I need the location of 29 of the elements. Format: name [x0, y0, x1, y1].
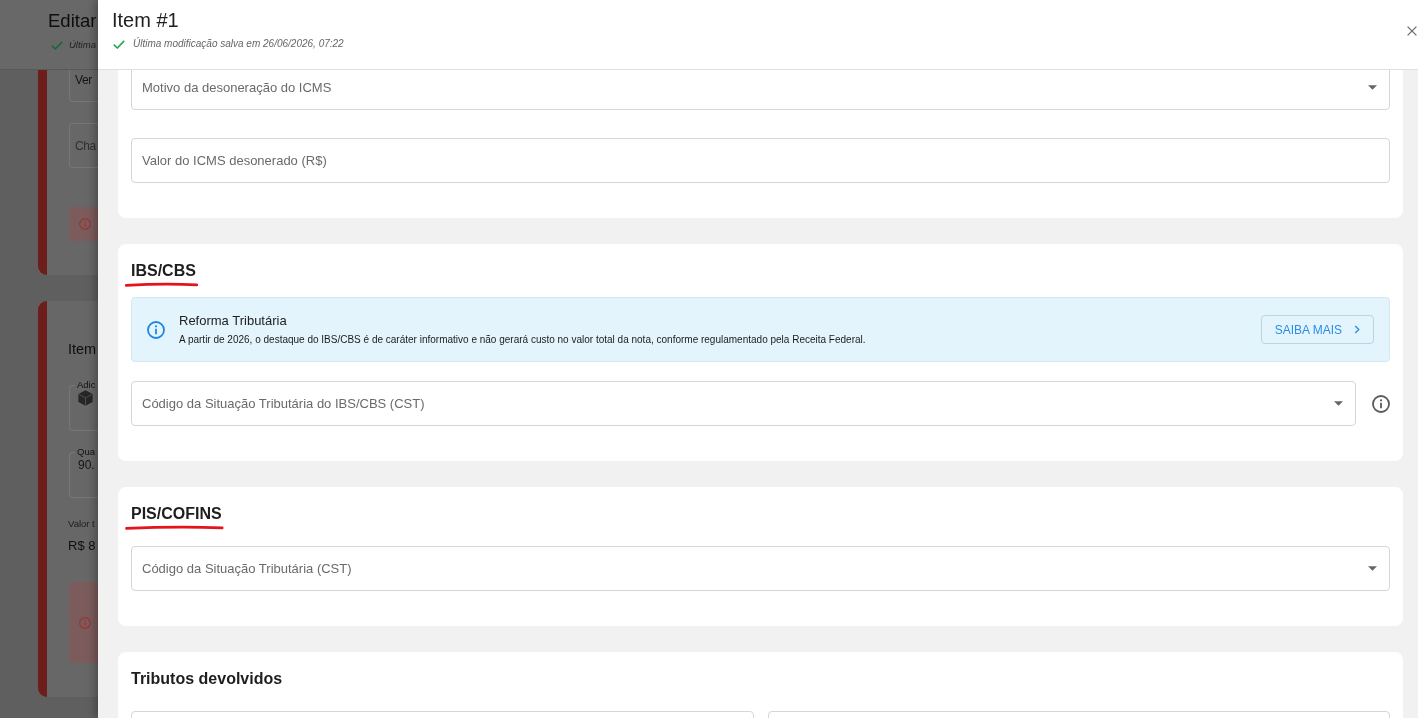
page-title: Editar: [48, 9, 97, 33]
info-icon: [79, 616, 91, 629]
select-field[interactable]: Código da Situação Tributária (CST): [131, 546, 1390, 591]
drawer-title: Item #1: [112, 8, 180, 33]
close-button[interactable]: [1407, 26, 1417, 36]
close-icon: [1407, 26, 1417, 36]
caret-icon: [1334, 401, 1343, 406]
card-title: Item: [68, 340, 98, 359]
help-icon[interactable]: [1372, 394, 1390, 413]
select-field[interactable]: Motivo da desoneração do ICMS: [131, 70, 1390, 110]
caret-icon: [1368, 566, 1377, 571]
check-icon: [51, 40, 63, 50]
section-title: PIS/COFINS: [131, 504, 222, 523]
save-status: Última: [69, 39, 96, 51]
chevron-icon: [1354, 325, 1360, 334]
learn-more-button[interactable]: SAIBA MAIS: [1260, 315, 1374, 344]
info-icon: [79, 218, 91, 230]
save-status: Última modificação salva em 26/06/2026, 07:22: [133, 38, 344, 50]
cube-icon: [78, 390, 93, 406]
caret-icon: [1368, 85, 1377, 90]
section-title: IBS/CBS: [131, 261, 196, 280]
banner-text: A partir de 2026, o destaque do IBS/CBS é de caráter informativo e não gerará custo no valor total da nota, conforme regulamentado pela Receita Federal.: [179, 333, 867, 346]
check-icon: [113, 39, 125, 49]
info-icon: [147, 320, 165, 339]
total-value: R$ 8: [68, 537, 97, 555]
banner-title: Reforma Tributária: [179, 313, 288, 329]
select-field[interactable]: Código da Situação Tributária do IBS/CBS (CST): [131, 381, 1356, 426]
section-title: Tributos devolvidos: [131, 669, 283, 688]
input-field[interactable]: Valor do ICMS desonerado (R$): [131, 138, 1390, 183]
